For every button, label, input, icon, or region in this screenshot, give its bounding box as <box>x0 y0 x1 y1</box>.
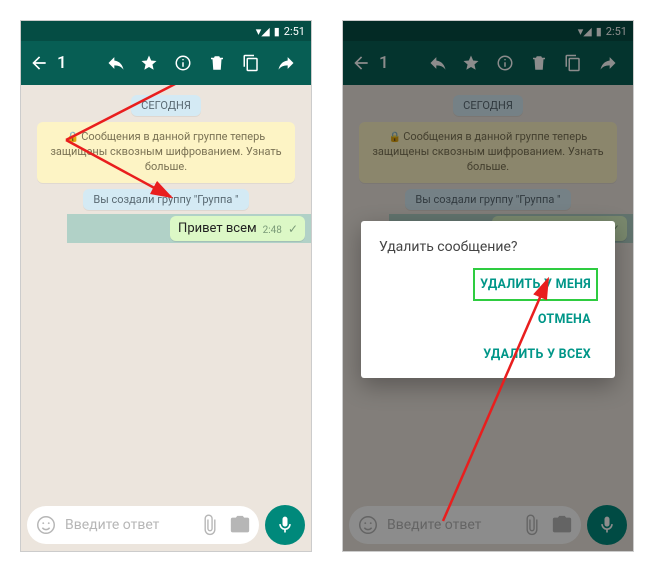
reply-icon[interactable] <box>428 53 452 73</box>
lock-icon: 🔒 <box>389 131 401 145</box>
attach-icon[interactable] <box>199 514 221 536</box>
message-time: 2:48 <box>263 225 282 236</box>
selection-count: 1 <box>379 53 389 73</box>
message-row-selected[interactable]: Привет всем 2:48 ✓ <box>67 214 311 243</box>
copy-icon[interactable] <box>242 54 266 72</box>
cancel-button[interactable]: ОТМЕНА <box>532 304 597 335</box>
forward-icon[interactable] <box>276 53 300 73</box>
encryption-text: Сообщения в данной группе теперь защищен… <box>372 130 603 173</box>
delete-icon[interactable] <box>530 54 554 72</box>
info-icon[interactable] <box>174 54 198 72</box>
camera-icon[interactable] <box>229 514 251 536</box>
delete-dialog: Удалить сообщение? УДАЛИТЬ У МЕНЯ ОТМЕНА… <box>361 221 615 378</box>
lock-icon: 🔒 <box>67 131 79 145</box>
input-placeholder: Введите ответ <box>65 517 191 533</box>
mic-button[interactable] <box>587 505 627 545</box>
date-chip: СЕГОДНЯ <box>453 95 523 116</box>
selection-count: 1 <box>57 53 67 73</box>
encryption-notice[interactable]: 🔒Сообщения в данной группе теперь защище… <box>37 122 295 183</box>
screenshot-right: ▾◢ ▮ 2:51 1 СЕГОДНЯ 🔒Сообщения в данной … <box>342 20 634 552</box>
copy-icon[interactable] <box>564 54 588 72</box>
delete-for-me-button[interactable]: УДАЛИТЬ У МЕНЯ <box>474 269 597 300</box>
chat-body: СЕГОДНЯ 🔒Сообщения в данной группе тепер… <box>21 85 311 499</box>
message-bubble: Привет всем 2:48 ✓ <box>170 216 305 241</box>
status-bar: ▾◢ ▮ 2:51 <box>343 21 633 41</box>
star-icon[interactable] <box>140 54 164 72</box>
info-icon[interactable] <box>496 54 520 72</box>
message-input[interactable]: Введите ответ <box>349 506 581 544</box>
selection-toolbar: 1 <box>21 41 311 85</box>
input-bar: Введите ответ <box>343 499 633 551</box>
mic-button[interactable] <box>265 505 305 545</box>
back-icon[interactable] <box>29 53 49 73</box>
emoji-icon[interactable] <box>357 514 379 536</box>
message-input[interactable]: Введите ответ <box>27 506 259 544</box>
emoji-icon[interactable] <box>35 514 57 536</box>
battery-icon: ▮ <box>596 25 602 38</box>
selection-toolbar: 1 <box>343 41 633 85</box>
delete-for-everyone-button[interactable]: УДАЛИТЬ У ВСЕХ <box>477 339 597 370</box>
clock: 2:51 <box>606 25 627 38</box>
battery-icon: ▮ <box>274 25 280 38</box>
tick-icon: ✓ <box>288 222 298 236</box>
system-message: Вы создали группу "Группа " <box>405 189 570 210</box>
attach-icon[interactable] <box>521 514 543 536</box>
forward-icon[interactable] <box>598 53 622 73</box>
star-icon[interactable] <box>462 54 486 72</box>
signal-icon: ▾◢ <box>578 25 592 38</box>
encryption-text: Сообщения в данной группе теперь защищен… <box>50 130 281 173</box>
back-icon[interactable] <box>351 53 371 73</box>
delete-icon[interactable] <box>208 54 232 72</box>
message-text: Привет всем <box>178 221 257 236</box>
camera-icon[interactable] <box>551 514 573 536</box>
screenshot-left: ▾◢ ▮ 2:51 1 СЕГОДНЯ 🔒Сообщения в д <box>20 20 312 552</box>
date-chip: СЕГОДНЯ <box>131 95 201 116</box>
signal-icon: ▾◢ <box>256 25 270 38</box>
status-bar: ▾◢ ▮ 2:51 <box>21 21 311 41</box>
encryption-notice[interactable]: 🔒Сообщения в данной группе теперь защище… <box>359 122 617 183</box>
clock: 2:51 <box>284 25 305 38</box>
system-message: Вы создали группу "Группа " <box>83 189 248 210</box>
reply-icon[interactable] <box>106 53 130 73</box>
input-bar: Введите ответ <box>21 499 311 551</box>
dialog-title: Удалить сообщение? <box>379 239 597 255</box>
input-placeholder: Введите ответ <box>387 517 513 533</box>
